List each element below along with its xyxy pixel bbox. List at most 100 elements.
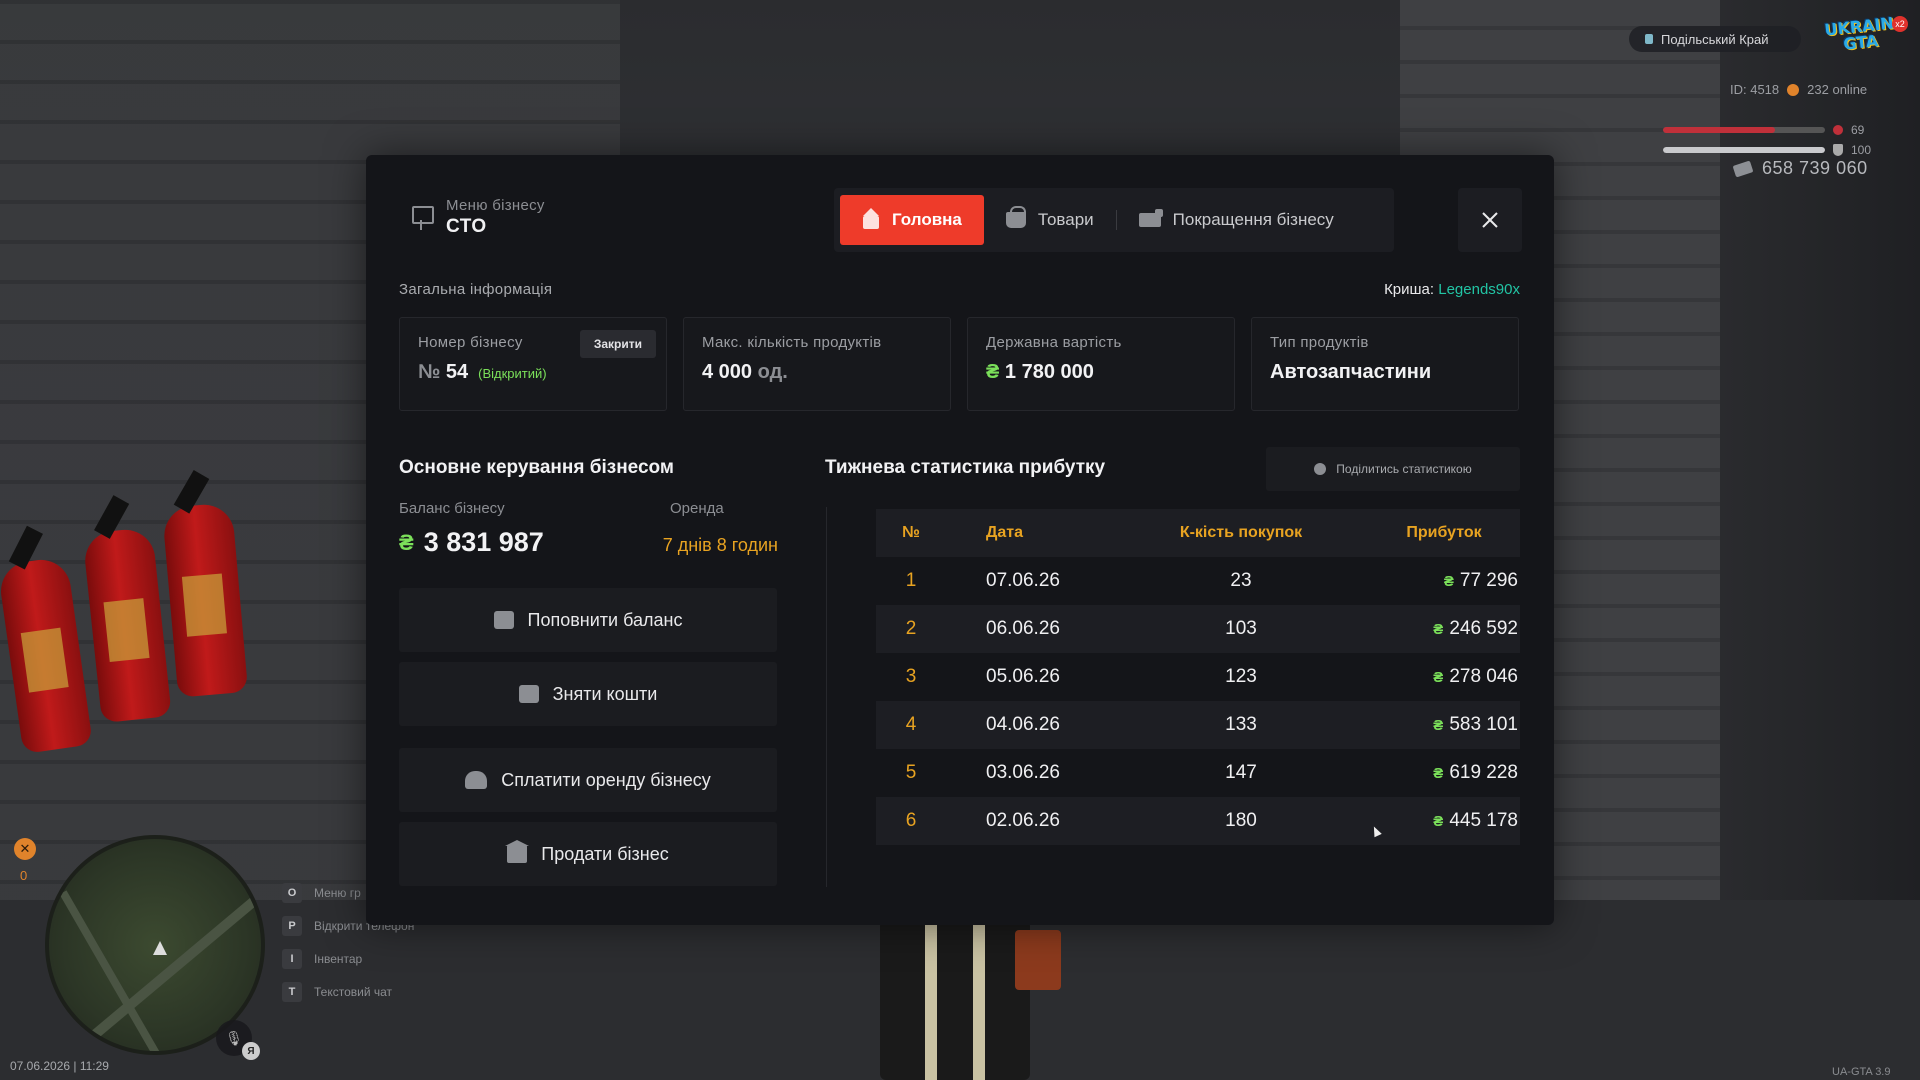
cell-count: 180 [1225,810,1257,831]
column-header: Дата [986,524,1024,541]
cell-num: 6 [905,810,917,831]
roof-label: Криша: [1384,281,1435,298]
hryvnia-icon: ₴ [1443,573,1454,590]
table-row: 6 02.06.26 180 ₴ 445 178 [876,797,1520,845]
hryvnia-icon: ₴ [1433,813,1444,830]
cell-date: 07.06.26 [986,570,1060,591]
player-bag [1015,930,1061,990]
cell-num: 5 [905,762,917,783]
info-cards: Номер бізнесу Закрити № 54 (Відкритий) М… [399,317,1519,411]
table-row: 5 03.06.26 147 ₴ 619 228 [876,749,1520,797]
card-value: 4 000 од. [702,361,932,384]
business-number: 54 [445,361,469,383]
cell-date: 04.06.26 [986,714,1060,735]
hryvnia-icon: ₴ [399,529,414,555]
heart-icon [1833,125,1843,135]
sell-business-button[interactable]: Продати бізнес [399,822,777,886]
people-icon [465,771,488,789]
pay-rent-button[interactable]: Сплатити оренду бізнесу [399,748,777,812]
counter-value: 0 [20,868,28,883]
stats-title: Тижнева статистика прибутку [825,457,1106,478]
server-name: Подільський Край [1661,31,1769,47]
card-state-value: Державна вартість ₴ 1 780 000 [967,317,1235,411]
max-products-value: 4 000 [702,361,753,383]
player-info: ID: 4518 232 online [1730,82,1867,97]
action-label: Зняти кошти [552,683,658,704]
truck-icon [1138,209,1163,227]
cash-icon [1732,160,1754,177]
table-row: 3 05.06.26 123 ₴ 278 046 [876,653,1520,701]
shield-icon [1833,144,1843,156]
cell-num: 4 [905,714,917,735]
business-name: СТО [446,216,487,237]
table-header: № Дата К-кість покупок Прибуток [876,509,1520,557]
close-button[interactable] [1458,188,1522,252]
column-header: Прибуток [1406,524,1482,541]
armor-value: 100 [1851,143,1872,157]
business-menu-modal: Меню бізнесу СТО Головна Товари Покращен… [366,155,1554,925]
cell-date: 02.06.26 [986,810,1060,831]
tab-main[interactable]: Головна [840,195,984,245]
server-name-badge: Подільський Край [1629,26,1801,52]
card-business-number: Номер бізнесу Закрити № 54 (Відкритий) [399,317,667,411]
player-character [880,920,1030,1080]
online-count: 232 online [1807,82,1868,97]
cell-profit: ₴ 583 101 [1346,714,1520,736]
share-stats-button[interactable]: Поділитись статистикою [1266,447,1520,491]
max-products-unit: од. [757,361,788,383]
player-money: 658 739 060 [1732,158,1868,179]
game-logo: UKRAIN GTA [1818,10,1902,60]
state-value: 1 780 000 [1004,361,1094,383]
logo-multiplier-badge: x2 [1892,16,1908,32]
action-label: Поповнити баланс [527,609,683,630]
stats-table: № Дата К-кість покупок Прибуток 1 07.06.… [876,509,1520,845]
game-version: UA-GTA 3.9 [1832,1066,1891,1078]
card-value: № 54 (Відкритий) [418,361,648,384]
vertical-divider [826,507,827,887]
money-value: 658 739 060 [1762,158,1868,178]
rent-value: 7 днів 8 годин [662,535,778,555]
armor-bar [1663,147,1825,153]
hint-key: O [282,883,302,903]
card-value: Автозапчастини [1270,361,1432,383]
cell-count: 147 [1225,762,1257,783]
tab-products[interactable]: Товари [984,195,1116,245]
tab-label: Головна [892,210,962,229]
presentation-board-icon [410,205,434,230]
deposit-icon [493,611,514,629]
action-label: Продати бізнес [541,843,669,864]
hint-label: Інвентар [314,952,363,966]
tab-label: Покращення бізнесу [1172,210,1334,229]
health-bar-row: 69 [1663,123,1864,137]
cell-date: 05.06.26 [986,666,1060,687]
table-row: 1 07.06.26 23 ₴ 77 296 [876,557,1520,605]
tab-label: Товари [1037,210,1094,229]
cell-profit: ₴ 77 296 [1346,570,1520,592]
cell-profit: ₴ 619 228 [1346,762,1520,784]
deposit-button[interactable]: Поповнити баланс [399,588,777,652]
roof-info: Криша: Legends90x [1384,281,1520,298]
column-header: № [902,524,920,541]
profit-value: 246 592 [1449,618,1518,639]
logo-text-bottom: GTA [1842,31,1880,54]
hryvnia-icon: ₴ [1433,717,1444,734]
modal-header: Меню бізнесу СТО [410,197,545,238]
close-business-button[interactable]: Закрити [579,330,656,358]
bank-icon [505,840,530,863]
cell-count: 133 [1225,714,1257,735]
table-row: 2 06.06.26 103 ₴ 246 592 [876,605,1520,653]
datetime: 07.06.2026 | 11:29 [10,1059,109,1073]
cell-date: 06.06.26 [986,618,1060,639]
roof-name[interactable]: Legends90x [1438,281,1520,298]
tab-upgrades[interactable]: Покращення бізнесу [1117,195,1356,245]
close-circle-icon: ✕ [14,838,36,860]
basket-icon [1005,206,1026,228]
table-row: 4 04.06.26 133 ₴ 583 101 [876,701,1520,749]
hint-label: Текстовий чат [314,985,393,999]
share-label: Поділитись статистикою [1336,462,1472,476]
cell-count: 23 [1230,570,1252,591]
cell-count: 103 [1225,618,1257,639]
profit-value: 583 101 [1449,714,1518,735]
cell-num: 3 [905,666,917,687]
withdraw-button[interactable]: Зняти кошти [399,662,777,726]
